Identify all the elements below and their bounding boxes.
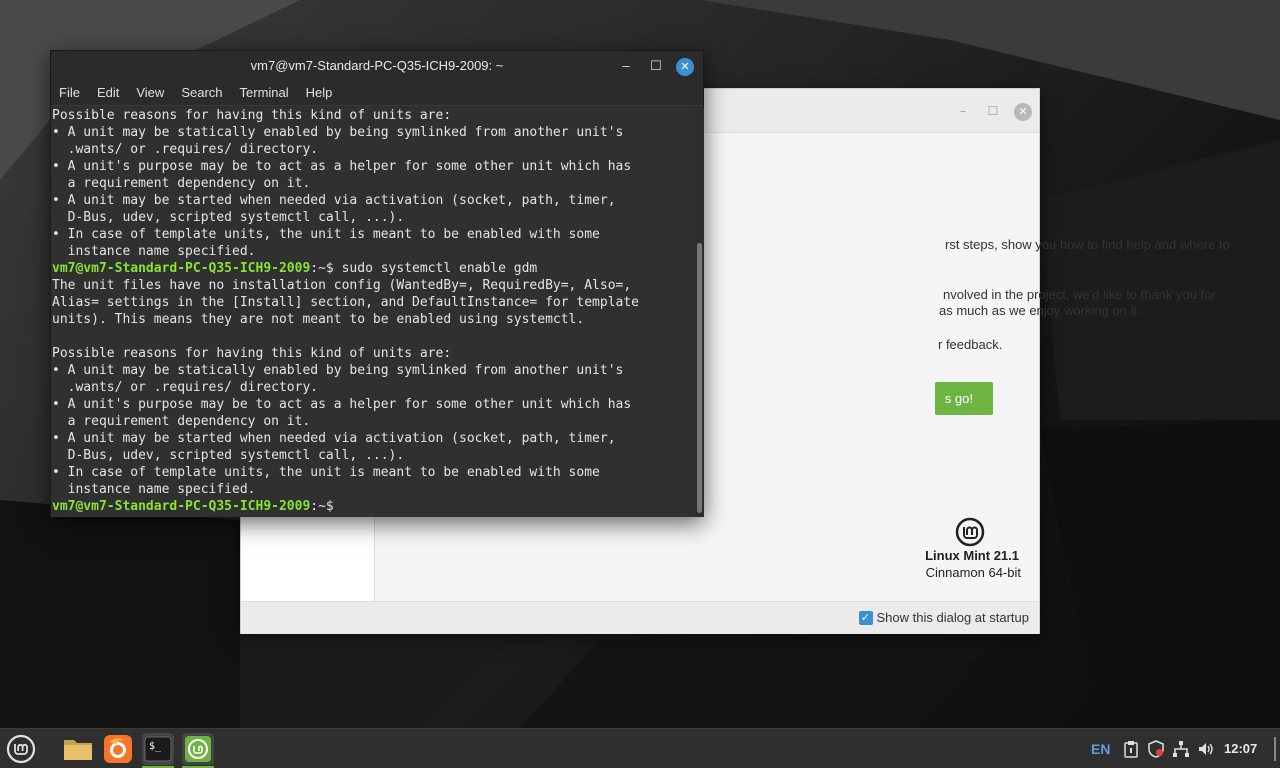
terminal-output-line: Possible reasons for having this kind of…: [52, 108, 452, 123]
network-icon[interactable]: [1172, 740, 1190, 758]
startup-checkbox[interactable]: ✓: [858, 610, 873, 625]
menu-help[interactable]: Help: [306, 80, 342, 105]
welcome-task[interactable]: [182, 733, 214, 768]
terminal-maximize-button[interactable]: ☐: [646, 56, 666, 76]
folder-icon: [64, 740, 92, 760]
menu-view[interactable]: View: [136, 80, 173, 105]
terminal-window: vm7@vm7-Standard-PC-Q35-ICH9-2009: ~ – ☐…: [50, 50, 704, 517]
menu-terminal[interactable]: Terminal: [240, 80, 298, 105]
terminal-output-line: instance name specified.: [52, 244, 256, 259]
close-icon: ✕: [676, 58, 694, 76]
terminal-output-line: • In case of template units, the unit is…: [52, 465, 600, 480]
terminal-output-line: Alias= settings in the [Install] section…: [52, 295, 639, 310]
welcome-text-3: as much as we enjoy working on it.: [939, 303, 1141, 318]
mint-menu-icon: [6, 734, 36, 764]
product-edition: Cinnamon 64-bit: [925, 565, 1021, 580]
clipboard-icon[interactable]: [1122, 740, 1140, 758]
terminal-output-line: .wants/ or .requires/ directory.: [52, 380, 319, 395]
menu-search[interactable]: Search: [181, 80, 231, 105]
terminal-output-line: units). This means they are not meant to…: [52, 312, 585, 327]
terminal-output[interactable]: Possible reasons for having this kind of…: [51, 107, 695, 517]
terminal-prompt-line: vm7@vm7-Standard-PC-Q35-ICH9-2009:~$: [52, 498, 695, 515]
menu-file[interactable]: File: [59, 80, 89, 105]
menu-edit[interactable]: Edit: [97, 80, 128, 105]
terminal-scrollbar[interactable]: [695, 107, 704, 517]
minimize-button[interactable]: –: [951, 99, 975, 123]
prompt-path: :~$: [310, 499, 342, 514]
welcome-text-1: rst steps, show you how to find help and…: [945, 237, 1230, 252]
terminal-output-line: .wants/ or .requires/ directory.: [52, 142, 319, 157]
prompt-user-host: vm7@vm7-Standard-PC-Q35-ICH9-2009: [52, 499, 311, 514]
terminal-output-line: • In case of template units, the unit is…: [52, 227, 600, 242]
volume-icon[interactable]: [1197, 740, 1215, 758]
mint-menu-button[interactable]: [4, 733, 38, 765]
terminal-task[interactable]: $_: [142, 733, 174, 768]
command-text: sudo systemctl enable gdm: [341, 261, 538, 276]
terminal-output-line: • A unit's purpose may be to act as a he…: [52, 159, 632, 174]
prompt-path: :~$: [310, 261, 342, 276]
lets-go-button[interactable]: s go!: [935, 382, 993, 415]
taskbar: $_ EN 12:07: [0, 728, 1280, 768]
clock[interactable]: 12:07: [1224, 729, 1257, 768]
terminal-icon: $_: [144, 736, 172, 762]
shield-icon[interactable]: [1147, 740, 1165, 758]
close-icon: ✕: [1014, 103, 1032, 121]
terminal-output-line: The unit files have no installation conf…: [52, 278, 632, 293]
terminal-prompt-line: vm7@vm7-Standard-PC-Q35-ICH9-2009:~$ sud…: [52, 260, 695, 277]
startup-toggle[interactable]: ✓ Show this dialog at startup: [858, 610, 1029, 625]
terminal-output-line: • A unit may be statically enabled by be…: [52, 125, 624, 140]
welcome-text-2: nvolved in the project, we'd like to tha…: [943, 287, 1216, 302]
terminal-output-line: • A unit may be started when needed via …: [52, 193, 616, 208]
terminal-output-line: a requirement dependency on it.: [52, 414, 311, 429]
linux-mint-logo-icon: [955, 517, 985, 547]
terminal-output-line: D-Bus, udev, scripted systemctl call, ..…: [52, 210, 405, 225]
terminal-minimize-button[interactable]: –: [616, 56, 636, 76]
terminal-output-line: • A unit may be statically enabled by be…: [52, 363, 624, 378]
terminal-output-line: D-Bus, udev, scripted systemctl call, ..…: [52, 448, 405, 463]
show-desktop-button[interactable]: [1274, 737, 1276, 761]
terminal-close-button[interactable]: ✕: [675, 56, 695, 76]
welcome-text-4: r feedback.: [938, 337, 1003, 352]
terminal-titlebar[interactable]: vm7@vm7-Standard-PC-Q35-ICH9-2009: ~ – ☐…: [51, 51, 703, 80]
terminal-output-line: • A unit may be started when needed via …: [52, 431, 616, 446]
prompt-user-host: vm7@vm7-Standard-PC-Q35-ICH9-2009: [52, 261, 311, 276]
terminal-menubar: File Edit View Search Terminal Help: [51, 80, 703, 106]
welcome-footer: ✓ Show this dialog at startup: [241, 601, 1039, 634]
keyboard-layout[interactable]: EN: [1091, 729, 1110, 768]
mint-welcome-icon: [185, 736, 211, 762]
terminal-output-line: • A unit's purpose may be to act as a he…: [52, 397, 632, 412]
firefox-icon: [104, 735, 132, 763]
maximize-button[interactable]: ☐: [981, 99, 1005, 123]
scrollbar-thumb[interactable]: [697, 243, 702, 513]
close-button[interactable]: ✕: [1011, 99, 1035, 123]
terminal-output-line: a requirement dependency on it.: [52, 176, 311, 191]
product-name: Linux Mint 21.1: [925, 548, 1019, 563]
svg-text:$_: $_: [149, 741, 162, 752]
startup-label[interactable]: Show this dialog at startup: [877, 610, 1029, 625]
terminal-title: vm7@vm7-Standard-PC-Q35-ICH9-2009: ~: [250, 58, 504, 73]
firefox-launcher[interactable]: [102, 733, 134, 765]
terminal-output-line: Possible reasons for having this kind of…: [52, 346, 452, 361]
terminal-output-line: instance name specified.: [52, 482, 256, 497]
files-launcher[interactable]: [62, 733, 94, 765]
